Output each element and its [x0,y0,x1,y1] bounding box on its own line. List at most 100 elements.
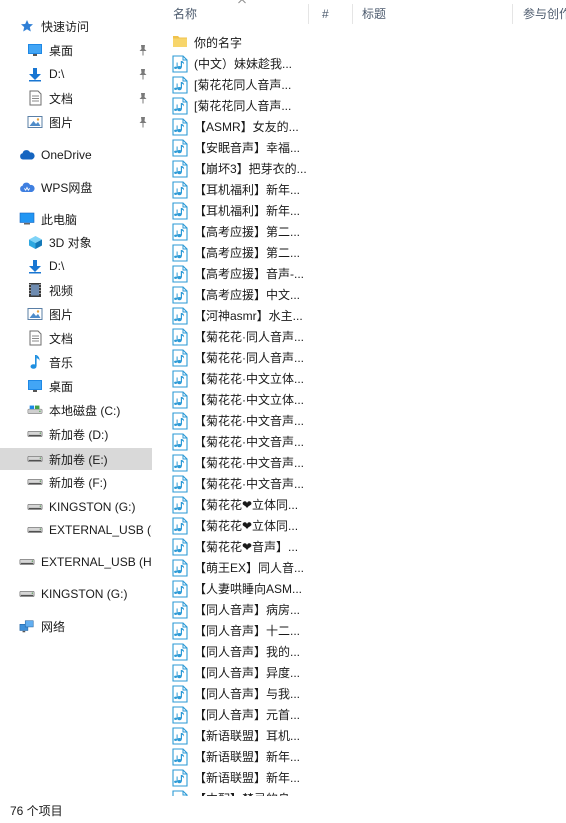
file-row[interactable]: 【人妻哄睡向ASM... [172,578,308,599]
audio-file-icon [172,243,188,262]
column-divider[interactable] [308,4,309,24]
nav-item[interactable]: D:\ [0,255,152,277]
file-name: [菊花花同人音声... [194,99,292,113]
nav-item[interactable]: EXTERNAL_USB (H:) [0,519,152,541]
nav-item[interactable]: 文档 [0,327,152,349]
nav-item[interactable]: 本地磁盘 (C:) [0,399,152,421]
file-row[interactable]: 【新语联盟】耳机... [172,725,308,746]
nav-item[interactable]: 图片 [0,111,152,133]
file-row[interactable]: 【耳机福利】新年... [172,179,308,200]
file-row[interactable]: 【菊花花·中文立体... [172,368,308,389]
nav-item[interactable]: KINGSTON (G:) [0,583,152,605]
file-row[interactable]: 【高考应援】第二... [172,221,308,242]
file-row[interactable]: 【同人音声】我的... [172,641,308,662]
file-name: 【高考应援】音声-... [194,267,304,281]
file-row[interactable]: [菊花花同人音声... [172,74,308,95]
file-row[interactable]: 【高考应援】第二... [172,242,308,263]
column-divider[interactable] [512,4,513,24]
file-row[interactable]: 【同人音声】病房... [172,599,308,620]
column-header-name[interactable]: 名称 [173,0,197,28]
file-row[interactable]: 【菊花花·中文音声... [172,431,308,452]
file-name: 【河神asmr】水主... [194,309,303,323]
file-row[interactable]: 【萌王EX】同人音... [172,557,308,578]
nav-item[interactable]: 桌面 [0,39,152,61]
nav-item[interactable]: 新加卷 (F:) [0,471,152,493]
file-row[interactable]: 【中配】禁忌的息... [172,788,308,796]
nav-item[interactable]: 视频 [0,279,152,301]
vertical-scrollbar[interactable] [560,28,566,796]
picture-icon [27,114,43,130]
nav-item[interactable]: OneDrive [0,144,152,166]
file-row[interactable]: 【新语联盟】新年... [172,746,308,767]
file-row[interactable]: 【安眠音声】幸福... [172,137,308,158]
file-row[interactable]: 【菊花花·同人音声... [172,326,308,347]
nav-item[interactable]: EXTERNAL_USB (H:) [0,551,152,573]
file-row[interactable]: 【新语联盟】新年... [172,767,308,788]
nav-item[interactable]: 3D 对象 [0,231,152,253]
file-row[interactable]: [菊花花同人音声... [172,95,308,116]
file-row[interactable]: 【菊花花❤音声】... [172,536,308,557]
usb-drive-icon [27,499,43,515]
file-row[interactable]: 【同人音声】元首... [172,704,308,725]
audio-file-icon [172,411,188,430]
nav-item[interactable]: 桌面 [0,375,152,397]
nav-item-label: 本地磁盘 (C:) [49,403,121,418]
file-row[interactable]: 【高考应援】音声-... [172,263,308,284]
file-row[interactable]: 【ASMR】女友的... [172,116,308,137]
file-name: 【菊花花·同人音声... [194,351,304,365]
audio-file-icon [172,537,188,556]
nav-item[interactable]: 快速访问 [0,15,152,37]
nav-item[interactable]: 文档 [0,87,152,109]
column-header-artist[interactable]: 参与创作 [523,0,566,28]
file-row[interactable]: 【同人音声】异度... [172,662,308,683]
nav-item[interactable]: WPS网盘 [0,176,152,198]
file-row[interactable]: 【菊花花❤立体同... [172,494,308,515]
audio-file-icon [172,747,188,766]
file-row[interactable]: 【菊花花❤立体同... [172,515,308,536]
usb-drive-icon [19,586,35,602]
file-row[interactable]: 【崩坏3】把芽衣的... [172,158,308,179]
column-header-number[interactable]: # [322,0,329,28]
file-name: 【菊花花·中文音声... [194,414,304,428]
audio-file-icon [172,159,188,178]
pin-icon[interactable] [138,116,148,128]
pin-icon[interactable] [138,44,148,56]
nav-item[interactable]: 此电脑 [0,208,152,230]
nav-item[interactable]: 新加卷 (D:) [0,423,152,445]
audio-file-icon [172,432,188,451]
pin-icon[interactable] [138,68,148,80]
file-row[interactable]: (中文）妹妹趁我... [172,53,308,74]
file-name: 【安眠音声】幸福... [194,141,301,155]
file-row[interactable]: 【菊花花·中文音声... [172,473,308,494]
nav-item-label: 文档 [49,91,74,106]
nav-item-label: D:\ [49,67,65,81]
file-name: (中文）妹妹趁我... [194,57,292,71]
column-header-title[interactable]: 标题 [362,0,386,28]
file-row[interactable]: 【高考应援】中文... [172,284,308,305]
nav-item[interactable]: D:\ [0,63,152,85]
file-row[interactable]: 【菊花花·中文立体... [172,389,308,410]
file-row[interactable]: 【耳机福利】新年... [172,200,308,221]
file-name: 【新语联盟】新年... [194,750,301,764]
document-icon [27,90,43,106]
file-name: 【菊花花·中文音声... [194,435,304,449]
nav-item[interactable]: 新加卷 (E:) [0,448,152,470]
star-icon [19,18,35,34]
file-row[interactable]: 【菊花花·同人音声... [172,347,308,368]
file-row[interactable]: 【同人音声】与我... [172,683,308,704]
folder-row[interactable]: 你的名字 [172,32,308,53]
nav-item-label: 新加卷 (F:) [49,475,107,490]
file-name: 【高考应援】第二... [194,225,301,239]
download-arrow-icon [27,66,43,82]
file-row[interactable]: 【菊花花·中文音声... [172,410,308,431]
nav-item[interactable]: 图片 [0,303,152,325]
pin-icon[interactable] [138,92,148,104]
file-name: 【同人音声】病房... [194,603,301,617]
file-row[interactable]: 【同人音声】十二... [172,620,308,641]
file-row[interactable]: 【菊花花·中文音声... [172,452,308,473]
column-divider[interactable] [352,4,353,24]
nav-item[interactable]: 音乐 [0,351,152,373]
file-row[interactable]: 【河神asmr】水主... [172,305,308,326]
nav-item[interactable]: 网络 [0,615,152,637]
nav-item[interactable]: KINGSTON (G:) [0,496,152,518]
